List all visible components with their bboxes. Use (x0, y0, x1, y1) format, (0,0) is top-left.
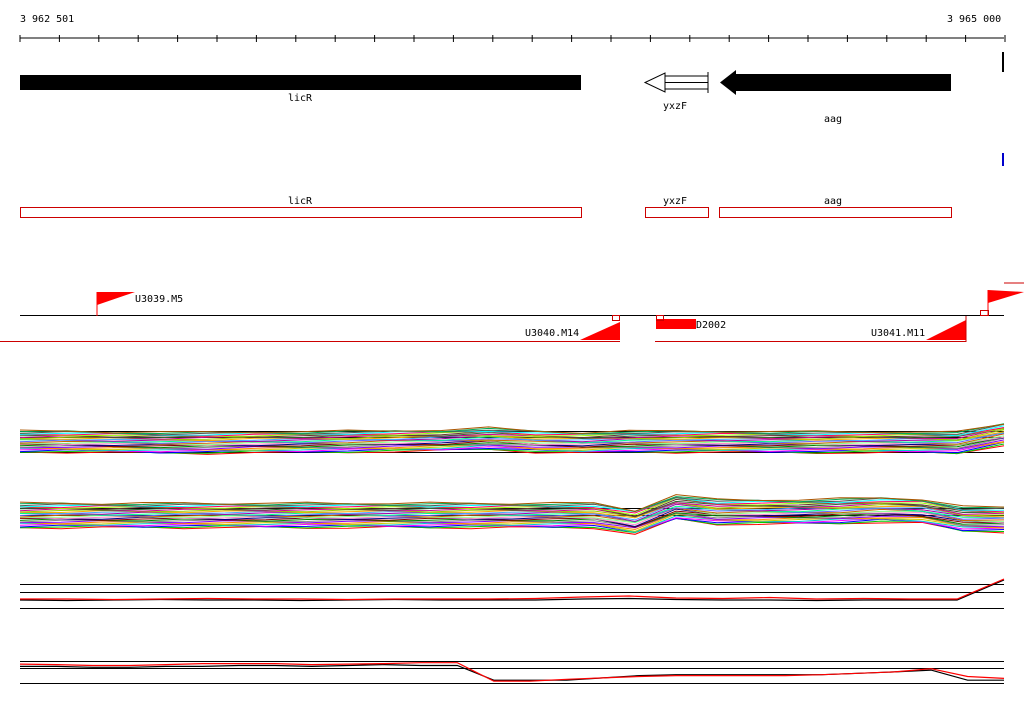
unit-label-u3041: U3041.M11 (871, 328, 925, 339)
expression-track-3 (19, 578, 1005, 609)
ruler: 3 962 501 3 965 000 (19, 14, 1006, 72)
cds-box-aag[interactable] (719, 207, 952, 218)
unit-label-u3040: U3040.M14 (525, 328, 579, 339)
ruler-start-label: 3 962 501 (20, 14, 74, 25)
expression-track-2 (19, 494, 1005, 535)
gene-label-yxzF: yxzF (663, 101, 687, 112)
cds-track: licR yxzF aag (20, 196, 952, 218)
expression-track-1 (19, 423, 1005, 455)
cds-label-aag: aag (824, 196, 842, 207)
expression-series-red (19, 662, 1005, 682)
gene-arrow-yxzF[interactable] (643, 72, 709, 93)
cds-label-licR: licR (288, 196, 313, 207)
promoter-flag-u3041[interactable] (926, 320, 966, 340)
promoter-flag-u3039[interactable] (97, 292, 135, 305)
promoter-flag-u3040[interactable] (580, 322, 620, 340)
transcription-unit-track: U3039.M5 U3040.M14 D2002 U3041.M11 (0, 282, 1024, 342)
gene-arrow-licR[interactable] (20, 75, 581, 90)
gene-arrow-aag[interactable] (720, 70, 951, 95)
cds-label-yxzF: yxzF (663, 196, 687, 207)
expression-series-black (19, 579, 1005, 602)
unit-label-u3039: U3039.M5 (135, 294, 183, 305)
expression-series-black (20, 663, 1004, 681)
promoter-flag-right[interactable] (988, 290, 1024, 303)
genome-browser: 3 962 501 3 965 000 licR yxzF aag licR y… (0, 14, 1024, 684)
gene-label-licR: licR (288, 93, 313, 104)
gene-label-aag: aag (824, 114, 842, 125)
unit-label-d2002: D2002 (696, 320, 726, 331)
expression-series-red (20, 578, 1005, 601)
cds-box-yxzF[interactable] (645, 207, 709, 218)
cds-box-licR[interactable] (20, 207, 582, 218)
terminator-right (980, 310, 989, 316)
terminator-u3040 (612, 315, 620, 321)
gene-track: licR yxzF aag (20, 70, 1004, 166)
ruler-end-label: 3 965 000 (947, 14, 1001, 25)
expression-track-4 (19, 661, 1005, 684)
